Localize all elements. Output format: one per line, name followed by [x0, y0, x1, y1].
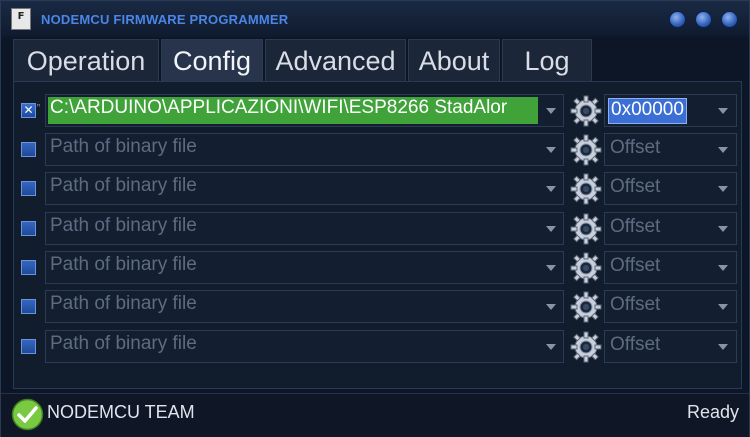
chevron-down-icon[interactable] — [718, 265, 728, 271]
chevron-down-icon[interactable] — [546, 186, 556, 192]
binary-path-combo[interactable]: Path of binary file — [45, 330, 564, 363]
offset-combo[interactable]: Offset — [604, 133, 737, 166]
binary-row: Path of binary file Offset — [17, 249, 739, 285]
chevron-down-icon[interactable] — [546, 265, 556, 271]
chevron-down-icon[interactable] — [546, 108, 556, 114]
gear-icon[interactable] — [570, 134, 602, 166]
binary-path-placeholder: Path of binary file — [50, 175, 197, 196]
binary-path-placeholder: Path of binary file — [50, 215, 197, 236]
chevron-down-icon[interactable] — [718, 344, 728, 350]
offset-combo[interactable]: Offset — [604, 212, 737, 245]
offset-value: 0x00000 — [608, 98, 687, 124]
binary-row: Path of binary file Offset — [17, 288, 739, 324]
row-checkbox[interactable] — [21, 142, 36, 157]
app-window: F NODEMCU FIRMWARE PROGRAMMER Operation … — [0, 0, 750, 437]
binary-path-placeholder: Path of binary file — [50, 293, 197, 314]
gear-icon[interactable] — [570, 252, 602, 284]
gear-icon[interactable] — [570, 213, 602, 245]
check-circle-icon — [11, 398, 44, 431]
binary-path-combo[interactable]: Path of binary file — [45, 133, 564, 166]
gear-icon[interactable] — [570, 291, 602, 323]
tab-about[interactable]: About — [408, 39, 500, 82]
gear-icon[interactable] — [570, 331, 602, 363]
binary-row: Path of binary file Offset — [17, 328, 739, 364]
tab-advanced[interactable]: Advanced — [265, 39, 406, 82]
row-checkbox[interactable] — [21, 181, 36, 196]
binary-path-placeholder: Path of binary file — [50, 136, 197, 157]
chevron-down-icon[interactable] — [718, 226, 728, 232]
binary-row: Path of binary file Offset — [17, 170, 739, 206]
close-button[interactable] — [721, 11, 738, 28]
minimize-button[interactable] — [669, 11, 686, 28]
binary-row: Path of binary file Offset — [17, 131, 739, 167]
row-checkbox[interactable] — [21, 260, 36, 275]
offset-placeholder: Offset — [610, 334, 661, 355]
offset-combo[interactable]: Offset — [604, 251, 737, 284]
status-bar: NODEMCU TEAM Ready — [1, 393, 749, 437]
offset-placeholder: Offset — [610, 255, 661, 276]
binary-path-combo[interactable]: Path of binary file — [45, 212, 564, 245]
binary-path-combo[interactable]: Path of binary file — [45, 251, 564, 284]
binary-path-combo[interactable]: Path of binary file — [45, 290, 564, 323]
chevron-down-icon[interactable] — [718, 108, 728, 114]
offset-placeholder: Offset — [610, 137, 661, 158]
offset-placeholder: Offset — [610, 176, 661, 197]
chevron-down-icon[interactable] — [546, 304, 556, 310]
binary-path-combo[interactable]: C:\ARDUINO\APPLICAZIONI\WIFI\ESP8266 Sta… — [45, 94, 564, 127]
status-state: Ready — [686, 402, 739, 422]
tab-log[interactable]: Log — [502, 39, 592, 82]
row-checkbox[interactable] — [21, 299, 36, 314]
chevron-down-icon[interactable] — [546, 147, 556, 153]
gear-icon[interactable] — [570, 95, 602, 127]
binary-row: ✕ ⁿ C:\ARDUINO\APPLICAZIONI\WIFI\ESP8266… — [17, 92, 739, 128]
config-panel: ✕ ⁿ C:\ARDUINO\APPLICAZIONI\WIFI\ESP8266… — [13, 81, 742, 389]
chevron-down-icon[interactable] — [718, 147, 728, 153]
binary-path-combo[interactable]: Path of binary file — [45, 172, 564, 205]
binary-row: Path of binary file Offset — [17, 210, 739, 246]
tab-operation[interactable]: Operation — [13, 39, 159, 82]
gear-icon[interactable] — [570, 173, 602, 205]
row-marker: ⁿ — [37, 102, 41, 111]
binary-path-value: C:\ARDUINO\APPLICAZIONI\WIFI\ESP8266 Sta… — [48, 97, 538, 124]
offset-combo[interactable]: Offset — [604, 330, 737, 363]
status-team-label: NODEMCU TEAM — [47, 402, 195, 422]
offset-combo[interactable]: 0x00000 — [604, 94, 737, 127]
offset-combo[interactable]: Offset — [604, 290, 737, 323]
row-checkbox[interactable] — [21, 221, 36, 236]
title-bar[interactable]: F NODEMCU FIRMWARE PROGRAMMER — [1, 1, 749, 37]
offset-placeholder: Offset — [610, 294, 661, 315]
chevron-down-icon[interactable] — [718, 304, 728, 310]
chevron-down-icon[interactable] — [546, 226, 556, 232]
row-checkbox[interactable]: ✕ — [21, 103, 36, 118]
tab-bar: Operation Config Advanced About Log — [13, 39, 594, 82]
offset-combo[interactable]: Offset — [604, 172, 737, 205]
window-title: NODEMCU FIRMWARE PROGRAMMER — [41, 11, 289, 27]
chevron-down-icon[interactable] — [546, 344, 556, 350]
chevron-down-icon[interactable] — [718, 186, 728, 192]
row-checkbox[interactable] — [21, 339, 36, 354]
offset-placeholder: Offset — [610, 216, 661, 237]
app-icon: F — [11, 8, 31, 30]
tab-config[interactable]: Config — [161, 39, 263, 82]
maximize-button[interactable] — [695, 11, 712, 28]
binary-path-placeholder: Path of binary file — [50, 333, 197, 354]
binary-path-placeholder: Path of binary file — [50, 254, 197, 275]
